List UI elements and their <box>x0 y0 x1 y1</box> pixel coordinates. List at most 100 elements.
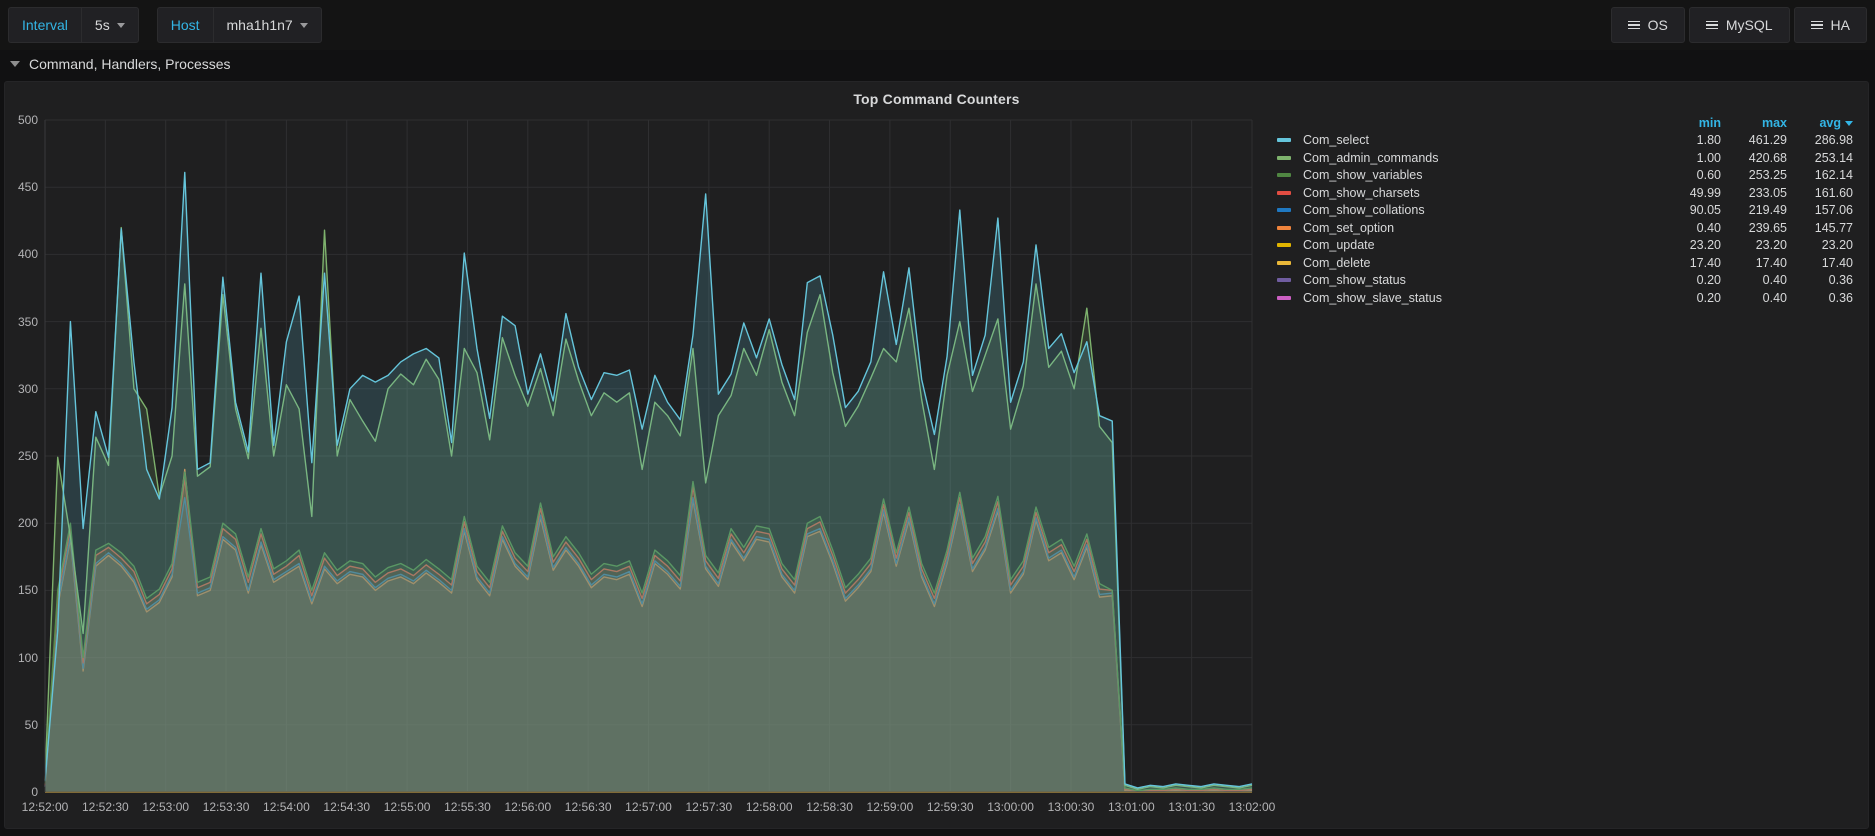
legend-color-swatch[interactable] <box>1277 261 1299 265</box>
variable-picker-interval[interactable]: 5s <box>81 7 139 43</box>
dashboard-row-title: Command, Handlers, Processes <box>29 56 231 72</box>
legend-row[interactable]: Com_update23.2023.2023.20 <box>1277 237 1862 255</box>
legend-row[interactable]: Com_select1.80461.29286.98 <box>1277 132 1862 150</box>
legend-series-name[interactable]: Com_show_charsets <box>1299 186 1664 200</box>
legend-value-min: 0.60 <box>1664 168 1730 182</box>
legend-value-max: 17.40 <box>1730 256 1796 270</box>
variable-value-interval: 5s <box>95 17 110 33</box>
x-axis-tick-label: 12:59:30 <box>927 800 974 814</box>
x-axis-tick-label: 12:53:00 <box>142 800 189 814</box>
legend-value-avg: 161.60 <box>1796 186 1862 200</box>
x-axis-tick-label: 12:57:30 <box>685 800 732 814</box>
graph-panel: Top Command Counters 0501001502002503003… <box>4 81 1869 829</box>
legend-value-max: 239.65 <box>1730 221 1796 235</box>
legend-sort-avg[interactable]: avg <box>1796 116 1862 130</box>
graph-plot-area[interactable]: 05010015020025030035040045050012:52:0012… <box>5 110 1270 826</box>
legend-value-min: 90.05 <box>1664 203 1730 217</box>
legend-row[interactable]: Com_set_option0.40239.65145.77 <box>1277 219 1862 237</box>
legend-color-swatch[interactable] <box>1277 191 1299 195</box>
x-axis-tick-label: 12:53:30 <box>203 800 250 814</box>
dashboard-link-ha-label: HA <box>1831 17 1850 33</box>
legend-value-max: 233.05 <box>1730 186 1796 200</box>
dashboard-link-ha[interactable]: HA <box>1794 7 1867 43</box>
legend-value-max: 23.20 <box>1730 238 1796 252</box>
x-axis-tick-label: 13:02:00 <box>1229 800 1276 814</box>
legend-series-name[interactable]: Com_set_option <box>1299 221 1664 235</box>
legend-row[interactable]: Com_show_collations90.05219.49157.06 <box>1277 202 1862 220</box>
dashboard-link-mysql[interactable]: MySQL <box>1689 7 1790 43</box>
legend-value-min: 1.80 <box>1664 133 1730 147</box>
x-axis-tick-label: 12:52:30 <box>82 800 129 814</box>
x-axis-tick-label: 12:58:00 <box>746 800 793 814</box>
legend-series-name[interactable]: Com_admin_commands <box>1299 151 1664 165</box>
dashboard-row-header[interactable]: Command, Handlers, Processes <box>0 50 1875 78</box>
legend-sort-max[interactable]: max <box>1730 116 1796 130</box>
legend-color-swatch[interactable] <box>1277 278 1299 282</box>
legend-value-min: 0.20 <box>1664 291 1730 305</box>
dashboard-link-os[interactable]: OS <box>1611 7 1685 43</box>
legend-color-swatch[interactable] <box>1277 208 1299 212</box>
legend-series-name[interactable]: Com_show_status <box>1299 273 1664 287</box>
legend-body: Com_select1.80461.29286.98Com_admin_comm… <box>1277 132 1862 307</box>
legend-row[interactable]: Com_show_slave_status0.200.400.36 <box>1277 289 1862 307</box>
x-axis-tick-label: 12:54:30 <box>323 800 370 814</box>
legend-value-min: 0.20 <box>1664 273 1730 287</box>
variable-label-interval: Interval <box>8 7 81 43</box>
graph-legend: min max avg Com_select1.80461.29286.98Co… <box>1277 114 1862 307</box>
timeseries-svg <box>5 110 1270 826</box>
legend-value-min: 1.00 <box>1664 151 1730 165</box>
chevron-down-icon <box>10 61 20 67</box>
legend-color-swatch[interactable] <box>1277 138 1299 142</box>
y-axis-tick-label: 500 <box>5 113 38 127</box>
legend-value-avg: 253.14 <box>1796 151 1862 165</box>
template-variable-host: Host mha1h1n7 <box>157 7 322 43</box>
legend-sort-min[interactable]: min <box>1664 116 1730 130</box>
legend-color-swatch[interactable] <box>1277 226 1299 230</box>
legend-value-max: 420.68 <box>1730 151 1796 165</box>
legend-series-name[interactable]: Com_select <box>1299 133 1664 147</box>
x-axis-tick-label: 12:56:30 <box>565 800 612 814</box>
legend-value-avg: 162.14 <box>1796 168 1862 182</box>
legend-color-swatch[interactable] <box>1277 243 1299 247</box>
x-axis-tick-label: 12:56:00 <box>504 800 551 814</box>
legend-value-min: 17.40 <box>1664 256 1730 270</box>
legend-color-swatch[interactable] <box>1277 296 1299 300</box>
legend-series-name[interactable]: Com_delete <box>1299 256 1664 270</box>
legend-series-name[interactable]: Com_show_variables <box>1299 168 1664 182</box>
legend-color-swatch[interactable] <box>1277 173 1299 177</box>
legend-color-swatch[interactable] <box>1277 156 1299 160</box>
x-axis-tick-label: 13:00:00 <box>987 800 1034 814</box>
legend-series-name[interactable]: Com_show_slave_status <box>1299 291 1664 305</box>
dashboard-links: OS MySQL HA <box>1611 7 1867 43</box>
variable-picker-host[interactable]: mha1h1n7 <box>213 7 322 43</box>
legend-row[interactable]: Com_show_charsets49.99233.05161.60 <box>1277 184 1862 202</box>
y-axis-tick-label: 100 <box>5 651 38 665</box>
legend-value-max: 0.40 <box>1730 291 1796 305</box>
legend-series-name[interactable]: Com_show_collations <box>1299 203 1664 217</box>
x-axis-tick-label: 13:01:30 <box>1168 800 1215 814</box>
x-axis-tick-label: 12:58:30 <box>806 800 853 814</box>
panel-title: Top Command Counters <box>5 82 1868 107</box>
legend-row[interactable]: Com_delete17.4017.4017.40 <box>1277 254 1862 272</box>
legend-value-max: 461.29 <box>1730 133 1796 147</box>
legend-value-avg: 157.06 <box>1796 203 1862 217</box>
legend-row[interactable]: Com_show_variables0.60253.25162.14 <box>1277 167 1862 185</box>
x-axis-tick-label: 12:55:00 <box>384 800 431 814</box>
legend-series-name[interactable]: Com_update <box>1299 238 1664 252</box>
legend-value-avg: 0.36 <box>1796 291 1862 305</box>
y-axis-tick-label: 400 <box>5 247 38 261</box>
legend-value-max: 253.25 <box>1730 168 1796 182</box>
y-axis-tick-label: 150 <box>5 583 38 597</box>
hamburger-icon <box>1811 21 1823 30</box>
y-axis-tick-label: 0 <box>5 785 38 799</box>
x-axis-tick-label: 12:55:30 <box>444 800 491 814</box>
y-axis-tick-label: 200 <box>5 516 38 530</box>
x-axis-tick-label: 13:00:30 <box>1048 800 1095 814</box>
x-axis-tick-label: 12:59:00 <box>867 800 914 814</box>
x-axis-tick-label: 12:52:00 <box>22 800 69 814</box>
x-axis-tick-label: 12:57:00 <box>625 800 672 814</box>
legend-value-avg: 145.77 <box>1796 221 1862 235</box>
legend-row[interactable]: Com_show_status0.200.400.36 <box>1277 272 1862 290</box>
legend-row[interactable]: Com_admin_commands1.00420.68253.14 <box>1277 149 1862 167</box>
y-axis-tick-label: 50 <box>5 718 38 732</box>
